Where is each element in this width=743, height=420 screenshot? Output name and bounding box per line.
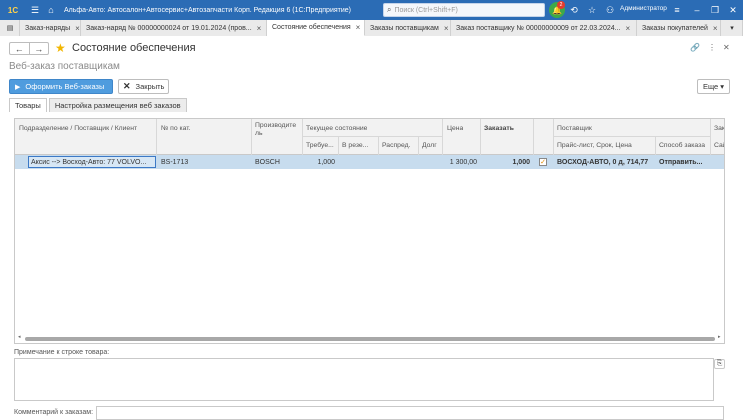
tab-label: Состояние обеспечения: [272, 24, 351, 31]
open-tabs-bar: ▤ Заказ-наряды × Заказ-наряд № 0000000002…: [0, 20, 743, 36]
header-supplier: Поставщик: [557, 124, 592, 132]
header-required[interactable]: Требуе...: [306, 139, 334, 151]
tab-label: Заказ-наряды: [25, 24, 71, 32]
history-icon[interactable]: ⟲: [567, 3, 581, 17]
header-pricelist[interactable]: Прайс-лист, Срок, Цена: [557, 139, 632, 151]
user-icon[interactable]: ⚇: [603, 3, 617, 17]
tabs-dropdown-icon[interactable]: ▾: [721, 20, 743, 36]
header-extra-bottom[interactable]: Сай: [714, 139, 724, 151]
header-subdivision[interactable]: Подразделение / Поставщик / Клиент: [19, 122, 137, 134]
header-extra-top: Зак: [714, 124, 725, 132]
menu-icon[interactable]: ☰: [28, 3, 42, 17]
scroll-left-icon[interactable]: ◂: [18, 334, 21, 340]
play-icon: ▶: [15, 83, 21, 91]
cell-order[interactable]: 1,000: [480, 156, 530, 168]
restore-icon[interactable]: ❐: [708, 3, 722, 17]
tab-label: Заказы поставщикам: [370, 24, 439, 32]
tab-tovary[interactable]: Товары: [9, 98, 47, 112]
home-icon[interactable]: ⌂: [44, 3, 58, 17]
submit-web-orders-button[interactable]: ▶ Оформить Веб-заказы: [9, 79, 113, 94]
tab-label: Заказы покупателей: [642, 24, 708, 32]
cell-pricelist[interactable]: ВОСХОД-АВТО, 0 д, 714,77: [557, 156, 648, 168]
form-area: ← → ★ Состояние обеспечения 🔗 ⋮ ✕ Веб-за…: [0, 36, 743, 420]
row-checkbox[interactable]: ✓: [539, 158, 547, 166]
horizontal-scrollbar[interactable]: [25, 337, 715, 341]
close-button[interactable]: ✕ Закрыть: [118, 79, 169, 94]
tab-label: Заказ-наряд № 00000000024 от 19.01.2024 …: [86, 24, 252, 32]
header-debt[interactable]: Долг: [422, 139, 437, 151]
page-title: Состояние обеспечения: [72, 42, 196, 54]
note-label: Примечание к строке товара:: [14, 349, 110, 356]
close-icon[interactable]: ×: [75, 24, 80, 33]
more-button[interactable]: Еще ▾: [697, 79, 730, 94]
close-icon[interactable]: ×: [356, 23, 361, 32]
header-current-state: Текущее состояние: [306, 124, 368, 132]
nav-buttons: ← →: [9, 42, 49, 55]
close-icon: ✕: [123, 81, 131, 91]
tab-label: Заказ поставщику № 00000000009 от 22.03.…: [456, 24, 621, 32]
app-logo: 1С: [7, 5, 19, 15]
attach-link-icon[interactable]: ⎘: [714, 359, 725, 369]
comment-label: Комментарий к заказам:: [14, 409, 94, 416]
tab-zakazy-postavshchikam[interactable]: Заказы поставщикам ×: [365, 20, 451, 36]
more-label: Еще: [702, 82, 719, 91]
header-manufacturer[interactable]: Производите ль: [255, 122, 300, 146]
scroll-right-icon[interactable]: ▸: [718, 334, 721, 340]
settings-menu-icon[interactable]: ≡: [670, 3, 684, 17]
chevron-down-icon: ▾: [720, 82, 725, 91]
close-form-icon[interactable]: ✕: [723, 43, 730, 52]
tab-zakaz-naryad-24[interactable]: Заказ-наряд № 00000000024 от 19.01.2024 …: [81, 20, 267, 36]
search-input[interactable]: ⌕ Поиск (Ctrl+Shift+F): [383, 3, 545, 17]
favorites-star-icon[interactable]: ☆: [585, 3, 599, 17]
header-reserved[interactable]: В резе...: [342, 139, 368, 151]
cell-required[interactable]: 1,000: [302, 156, 335, 168]
tab-zakaz-naryady[interactable]: Заказ-наряды ×: [20, 20, 81, 36]
cell-cat-no[interactable]: BS-1713: [161, 156, 188, 168]
user-name[interactable]: Администратор: [620, 5, 667, 12]
close-icon[interactable]: ×: [625, 24, 630, 33]
comment-input[interactable]: [96, 406, 724, 420]
link-icon[interactable]: 🔗: [690, 43, 700, 52]
form-subtitle: Веб-заказ поставщикам: [9, 61, 120, 72]
close-label: Закрыть: [135, 82, 165, 91]
header-cat-no[interactable]: № по кат.: [161, 122, 191, 134]
notifications-badge: 2: [557, 1, 565, 9]
cell-order-method[interactable]: Отправить...: [659, 156, 709, 168]
submit-label: Оформить Веб-заказы: [25, 82, 105, 91]
back-arrow-icon[interactable]: ←: [10, 43, 30, 54]
search-placeholder: Поиск (Ctrl+Shift+F): [394, 6, 458, 14]
form-tabs: Товары Настройка размещения веб заказов: [9, 98, 189, 112]
header-price[interactable]: Цена: [447, 122, 463, 134]
cell-price[interactable]: 1 300,00: [442, 156, 477, 168]
tabs-list-icon[interactable]: ▤: [0, 20, 20, 36]
favorite-star-icon[interactable]: ★: [55, 41, 66, 55]
tab-zakazy-pokupateley[interactable]: Заказы покупателей ×: [637, 20, 721, 36]
more-vertical-icon[interactable]: ⋮: [708, 43, 716, 52]
app-title: Альфа-Авто: Автосалон+Автосервис+Автозап…: [64, 6, 351, 14]
forward-arrow-icon[interactable]: →: [30, 43, 49, 54]
search-icon: ⌕: [387, 5, 392, 14]
header-distributed[interactable]: Распред.: [382, 139, 410, 151]
header-order-method[interactable]: Способ заказа: [659, 139, 705, 151]
close-icon[interactable]: ×: [444, 24, 449, 33]
header-order[interactable]: Заказать: [484, 122, 514, 134]
minimize-icon[interactable]: –: [690, 3, 704, 17]
close-window-icon[interactable]: ✕: [726, 3, 740, 17]
cell-subdivision[interactable]: Аксис --> Восход-Авто: 77 VOLVO...: [31, 156, 155, 168]
tab-sostoyanie-obespecheniya[interactable]: Состояние обеспечения ×: [267, 20, 365, 36]
tab-nastroyka-razmeshcheniya[interactable]: Настройка размещения веб заказов: [48, 98, 187, 112]
goods-table[interactable]: Подразделение / Поставщик / Клиент № по …: [14, 118, 725, 344]
close-icon[interactable]: ×: [257, 24, 262, 33]
cell-manufacturer[interactable]: BOSCH: [255, 156, 280, 168]
close-icon[interactable]: ×: [713, 24, 718, 33]
note-textarea[interactable]: [14, 358, 714, 401]
tab-zakaz-postavshchiku-9[interactable]: Заказ поставщику № 00000000009 от 22.03.…: [451, 20, 637, 36]
